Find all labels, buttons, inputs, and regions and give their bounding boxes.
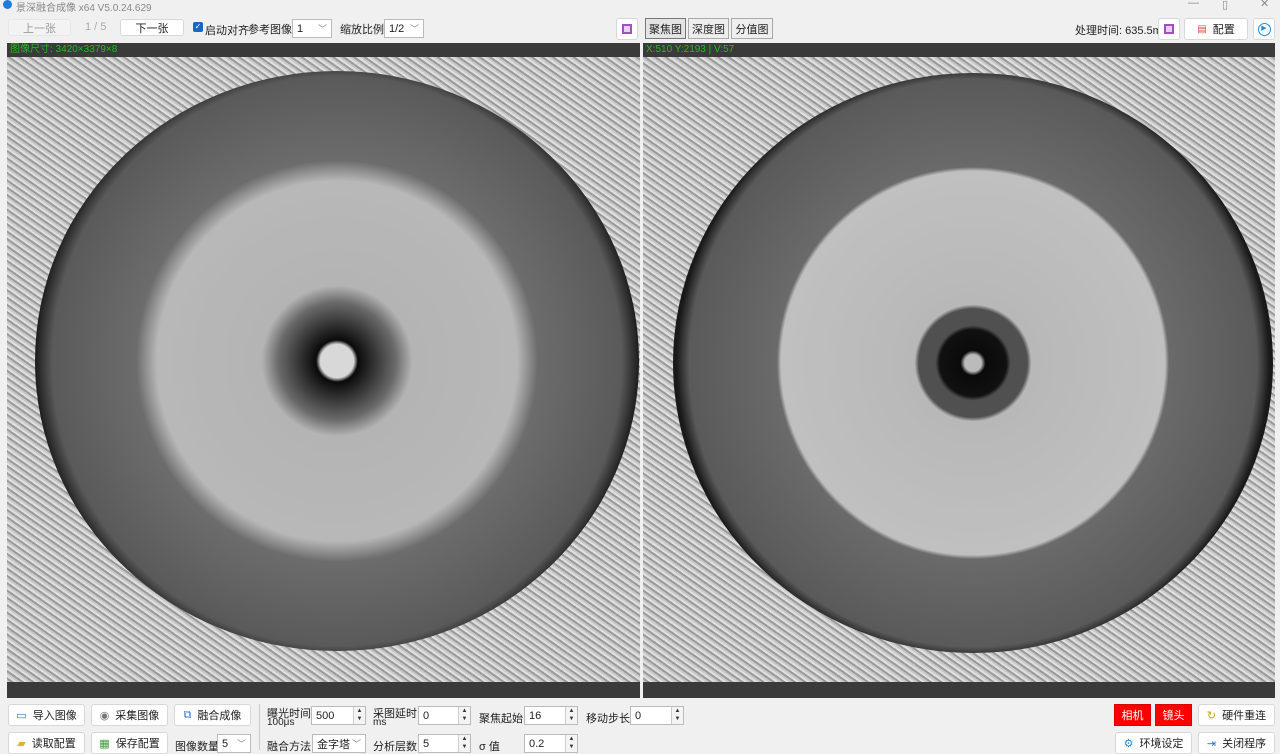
save-right-button[interactable]	[1158, 18, 1180, 40]
scale-select[interactable]: 1/2 ﹀	[384, 19, 424, 38]
spin-arrows[interactable]: ▲ ▼	[671, 707, 683, 724]
exposure-input[interactable]: 500 ▲ ▼	[311, 706, 366, 725]
prev-image-button[interactable]: 上一张	[8, 19, 71, 36]
exposure-value: 500	[316, 709, 335, 722]
tab-score-map[interactable]: 分值图	[731, 18, 773, 39]
fuse-label: 融合成像	[197, 710, 242, 722]
lens-status-button[interactable]: 镜头	[1155, 704, 1192, 726]
page-indicator: 1 / 5	[85, 21, 107, 33]
focus-start-label: 聚焦起始	[479, 713, 523, 725]
step-value: 0	[635, 709, 642, 722]
play-icon: ▶	[1257, 22, 1271, 36]
import-image-button[interactable]: ▭ 导入图像	[8, 704, 85, 726]
levels-value: 5	[423, 737, 430, 750]
spin-arrows[interactable]: ▲ ▼	[565, 735, 577, 752]
save-config-label: 保存配置	[115, 738, 160, 750]
minimize-button[interactable]: —	[1188, 0, 1199, 9]
divider	[259, 704, 260, 750]
tab-depth-map[interactable]: 深度图	[688, 18, 729, 39]
refresh-icon: ↻	[1206, 709, 1217, 722]
source-image-view[interactable]	[7, 57, 640, 682]
capture-label: 采集图像	[115, 710, 160, 722]
right-image-panel: X:510 Y:2193 | V:57	[643, 43, 1275, 698]
levels-label: 分析层数	[373, 741, 417, 753]
chevron-down-icon: ﹀	[409, 24, 419, 34]
reconnect-label: 硬件重连	[1222, 710, 1267, 722]
sigma-input[interactable]: 0.2 ▲ ▼	[524, 734, 578, 753]
fuse-image-button[interactable]: ⧉ 融合成像	[174, 704, 251, 726]
levels-input[interactable]: 5 ▲ ▼	[418, 734, 471, 753]
tab-focus-map[interactable]: 聚焦图	[645, 18, 686, 39]
auto-align-label: 启动对齐	[205, 25, 249, 37]
image-icon: ▭	[16, 709, 27, 722]
processing-time: 处理时间: 635.5ms	[1075, 25, 1168, 37]
chevron-down-icon: ﹀	[236, 739, 246, 749]
config-icon: ▤	[1197, 23, 1207, 35]
spin-arrows[interactable]: ▲ ▼	[458, 735, 470, 752]
run-button[interactable]: ▶	[1253, 18, 1275, 40]
calculator-icon: ▦	[99, 737, 110, 750]
folder-icon: ▰	[17, 737, 26, 750]
close-program-button[interactable]: ⇥ 关闭程序	[1198, 732, 1275, 754]
ref-image-select[interactable]: 1 ﹀	[292, 19, 332, 38]
step-input[interactable]: 0 ▲ ▼	[630, 706, 684, 725]
focus-start-input[interactable]: 16 ▲ ▼	[524, 706, 578, 725]
fusion-method-select[interactable]: 金字塔 ﹀	[312, 734, 366, 753]
image-size-info: 图像尺寸: 3420×3379×8	[10, 44, 118, 55]
sigma-value: 0.2	[529, 737, 545, 750]
hardware-reconnect-button[interactable]: ↻ 硬件重连	[1198, 704, 1275, 726]
fusion-method-value: 金字塔	[317, 738, 350, 751]
camera-icon: ◉	[99, 709, 110, 722]
save-icon	[622, 24, 632, 34]
read-config-label: 读取配置	[31, 738, 76, 750]
environment-settings-button[interactable]: ⚙ 环境设定	[1115, 732, 1192, 754]
scale-value: 1/2	[389, 22, 405, 35]
cursor-info: X:510 Y:2193 | V:57	[646, 44, 735, 55]
chevron-down-icon: ﹀	[317, 24, 327, 34]
save-left-button[interactable]	[616, 18, 638, 40]
window-title: 景深融合成像 x64 V5.0.24.629	[16, 3, 152, 14]
chevron-down-icon: ﹀	[351, 739, 361, 749]
env-label: 环境设定	[1139, 738, 1184, 750]
delay-input[interactable]: 0 ▲ ▼	[418, 706, 471, 725]
config-button[interactable]: ▤ 配置	[1184, 18, 1248, 40]
focus-start-value: 16	[529, 709, 542, 722]
sigma-label: σ 值	[479, 741, 500, 753]
ref-image-label: 参考图像	[248, 24, 292, 36]
fuse-icon: ⧉	[183, 708, 192, 721]
fusion-method-label: 融合方法	[267, 741, 311, 753]
scale-label: 缩放比例	[340, 24, 384, 36]
image-count-value: 5	[222, 737, 229, 750]
spin-arrows[interactable]: ▲ ▼	[353, 707, 365, 724]
left-image-panel: 图像尺寸: 3420×3379×8	[7, 43, 640, 698]
fused-image-view[interactable]	[643, 57, 1275, 682]
exit-icon: ⇥	[1206, 737, 1217, 750]
image-count-select[interactable]: 5 ﹀	[217, 734, 251, 753]
save-config-button[interactable]: ▦ 保存配置	[91, 732, 168, 754]
app-icon	[3, 0, 12, 9]
spin-arrows[interactable]: ▲ ▼	[458, 707, 470, 724]
config-label: 配置	[1212, 24, 1235, 36]
close-label: 关闭程序	[1222, 738, 1267, 750]
delay-value: 0	[423, 709, 430, 722]
ref-image-value: 1	[297, 22, 304, 35]
spin-arrows[interactable]: ▲ ▼	[565, 707, 577, 724]
image-count-label: 图像数量	[175, 741, 219, 753]
title-bar: 景深融合成像 x64 V5.0.24.629 — ▯ ✕	[0, 0, 1280, 14]
read-config-button[interactable]: ▰ 读取配置	[8, 732, 85, 754]
maximize-button[interactable]: ▯	[1222, 0, 1228, 11]
camera-status-button[interactable]: 相机	[1114, 704, 1151, 726]
next-image-button[interactable]: 下一张	[120, 19, 184, 36]
capture-image-button[interactable]: ◉ 采集图像	[91, 704, 168, 726]
exposure-unit: 100μs	[267, 717, 295, 728]
step-label: 移动步长	[586, 713, 630, 725]
delay-unit: ms	[373, 717, 387, 728]
save-icon	[1164, 24, 1174, 34]
gear-icon: ⚙	[1123, 737, 1134, 750]
import-label: 导入图像	[32, 710, 77, 722]
close-window-button[interactable]: ✕	[1260, 0, 1269, 10]
auto-align-checkbox[interactable]: ✓	[193, 22, 203, 32]
